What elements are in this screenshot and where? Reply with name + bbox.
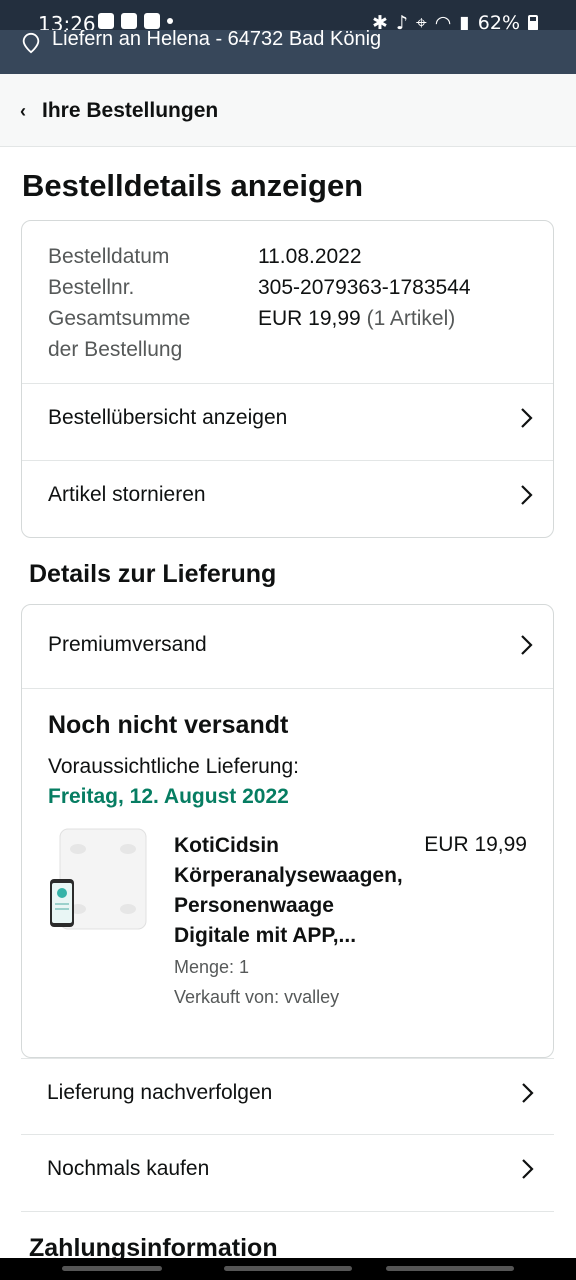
cancel-items-row[interactable]: Artikel stornieren bbox=[22, 460, 553, 537]
chevron-right-icon bbox=[521, 635, 533, 655]
view-order-summary-label: Bestellübersicht anzeigen bbox=[48, 406, 288, 429]
order-date-label: Bestelldatum bbox=[48, 245, 170, 268]
instagram-icon bbox=[121, 13, 137, 29]
nav-gesture-right[interactable] bbox=[386, 1266, 514, 1271]
product-name-line2: Körperanalysewaagen, bbox=[174, 864, 403, 887]
order-number-value: 305-2079363-1783544 bbox=[258, 276, 471, 299]
delivery-location-bar[interactable]: Liefern an Helena - 64732 Bad König bbox=[0, 30, 576, 74]
chevron-right-icon bbox=[521, 485, 533, 505]
shipment-status: Noch nicht versandt bbox=[48, 711, 289, 739]
notification-icons bbox=[98, 13, 173, 29]
buy-again-label: Nochmals kaufen bbox=[47, 1157, 210, 1180]
order-date-value: 11.08.2022 bbox=[258, 245, 362, 268]
estimated-delivery-date: Freitag, 12. August 2022 bbox=[48, 785, 289, 808]
total-amount: EUR 19,99 bbox=[258, 307, 361, 330]
page-title: Bestelldetails anzeigen bbox=[22, 168, 364, 203]
battery-icon bbox=[528, 15, 538, 31]
chevron-left-icon: ‹ bbox=[20, 101, 26, 121]
view-order-summary-row[interactable]: Bestellübersicht anzeigen bbox=[22, 383, 553, 460]
chevron-right-icon bbox=[521, 408, 533, 428]
product-image[interactable] bbox=[48, 827, 148, 935]
delivery-details-heading: Details zur Lieferung bbox=[29, 560, 277, 588]
track-delivery-row[interactable]: Lieferung nachverfolgen bbox=[21, 1058, 554, 1135]
shipping-method-row[interactable]: Premiumversand bbox=[22, 605, 553, 689]
back-label: Ihre Bestellungen bbox=[42, 99, 219, 122]
cup-icon bbox=[144, 13, 160, 29]
delivery-card: Premiumversand Noch nicht versandt Vorau… bbox=[21, 604, 554, 1058]
product-name-line4: Digitale mit APP,... bbox=[174, 924, 357, 947]
estimated-delivery-label: Voraussichtliche Lieferung: bbox=[48, 755, 299, 778]
chevron-right-icon bbox=[522, 1083, 534, 1103]
order-total-label-2: der Bestellung bbox=[48, 338, 183, 361]
track-delivery-label: Lieferung nachverfolgen bbox=[47, 1081, 273, 1104]
nav-gesture-home[interactable] bbox=[224, 1266, 352, 1271]
gallery-icon bbox=[98, 13, 114, 29]
back-to-orders[interactable]: ‹ Ihre Bestellungen bbox=[0, 74, 576, 147]
product-quantity: Menge: 1 bbox=[174, 957, 250, 977]
item-count: (1 Artikel) bbox=[366, 307, 456, 330]
product-price: EUR 19,99 bbox=[424, 833, 527, 856]
buy-again-row[interactable]: Nochmals kaufen bbox=[21, 1135, 554, 1212]
more-notifications-icon bbox=[167, 18, 173, 24]
delivery-location-text: Liefern an Helena - 64732 Bad König bbox=[52, 30, 382, 50]
product-name-line1: KotiCidsin bbox=[174, 834, 279, 857]
order-total-label: Gesamtsumme bbox=[48, 307, 191, 330]
cancel-items-label: Artikel stornieren bbox=[48, 483, 206, 506]
order-number-label: Bestellnr. bbox=[48, 276, 135, 299]
nav-gesture-left[interactable] bbox=[62, 1266, 162, 1271]
system-navigation-bar bbox=[0, 1258, 576, 1280]
location-pin-icon bbox=[22, 32, 40, 54]
order-summary-card: Bestelldatum 11.08.2022 Bestellnr. 305-2… bbox=[21, 220, 554, 538]
shipping-method-label: Premiumversand bbox=[48, 633, 207, 656]
product-name[interactable]: KotiCidsin Körperanalysewaagen, Personen… bbox=[174, 831, 426, 951]
order-total-value: EUR 19,99 (1 Artikel) bbox=[258, 303, 455, 334]
product-name-line3: Personenwaage bbox=[174, 894, 334, 917]
chevron-right-icon bbox=[522, 1159, 534, 1179]
product-seller: Verkauft von: vvalley bbox=[174, 987, 340, 1007]
